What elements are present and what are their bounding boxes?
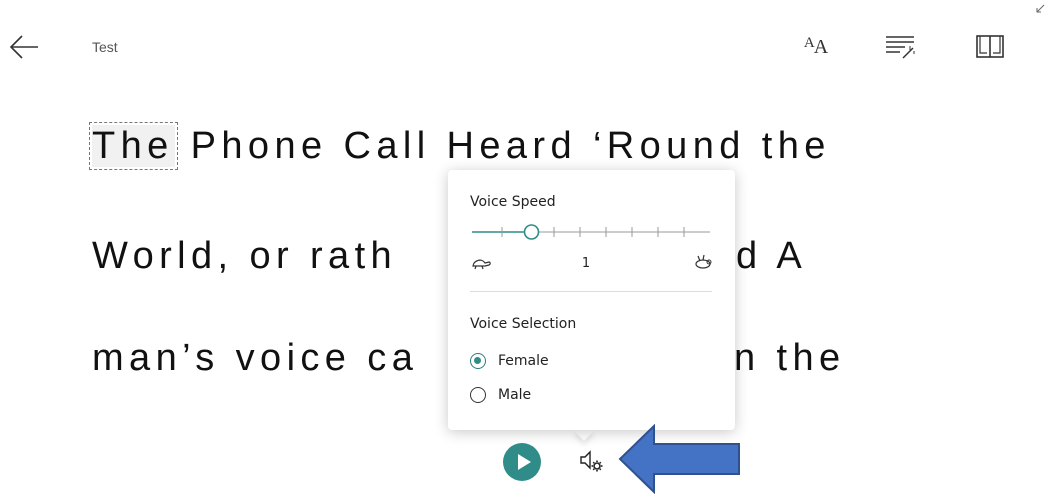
play-button[interactable]	[503, 443, 541, 481]
slow-speed-icon	[470, 256, 492, 270]
grammar-options-icon	[886, 36, 915, 59]
female-label: Female	[498, 353, 549, 369]
reading-line-tail: d A	[736, 235, 808, 277]
voice-settings-icon	[580, 450, 603, 472]
reading-preferences-button[interactable]	[970, 28, 1010, 64]
voice-speed-value: 1	[581, 256, 591, 271]
reading-preferences-icon	[976, 35, 1004, 58]
voice-option-male[interactable]: Male	[470, 387, 531, 403]
female-radio[interactable]	[470, 353, 486, 369]
voice-option-female[interactable]: Female	[470, 353, 549, 369]
back-button[interactable]	[8, 32, 42, 62]
reading-line-tail: n the	[734, 337, 846, 379]
popup-divider	[470, 291, 712, 292]
male-label: Male	[498, 387, 532, 403]
grammar-options-button[interactable]	[880, 28, 920, 64]
back-arrow-icon	[9, 35, 38, 59]
slider-thumb[interactable]	[523, 224, 540, 240]
reading-line: World, or rath	[92, 235, 398, 277]
play-icon	[518, 454, 531, 470]
text-size-icon: AA	[803, 34, 829, 58]
text-size-button[interactable]: AA	[796, 28, 836, 64]
voice-speed-label: Voice Speed	[470, 194, 556, 210]
fast-speed-icon	[692, 254, 714, 270]
reading-line: man’s voice ca	[92, 337, 419, 379]
current-word-highlight: The	[89, 122, 178, 170]
male-radio[interactable]	[470, 387, 486, 403]
voice-settings-button[interactable]	[578, 447, 606, 475]
voice-settings-popup: Voice Speed 1 Voice Selection Female Mal…	[448, 170, 735, 430]
voice-selection-label: Voice Selection	[470, 316, 577, 332]
voice-speed-slider[interactable]	[470, 222, 712, 242]
annotation-arrow	[618, 423, 742, 495]
reading-line: The Phone Call Heard ‘Round the	[89, 122, 831, 170]
resize-corner-icon	[1034, 2, 1046, 14]
document-title: Test	[92, 39, 118, 55]
